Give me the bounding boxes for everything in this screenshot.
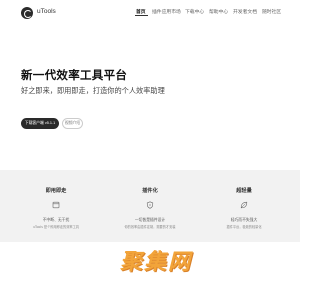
site-watermark: 聚集网 (120, 250, 193, 275)
feature-desc: 不中断、无干扰 (42, 217, 70, 222)
feature-card-lightweight: 超轻量 轻巧而不失强大 插件平台，极致的轻量化 (194, 170, 294, 242)
top-navigation-bar: uTools 首页 插件应用市场 下载中心 帮助中心 开发者文档 随时社区 (0, 0, 300, 26)
feature-detail: 插件平台，极致的轻量化 (226, 225, 262, 229)
brand-name[interactable]: uTools (37, 8, 56, 15)
feature-title: 即用即走 (45, 188, 67, 194)
feature-title: 超轻量 (236, 188, 252, 194)
hero-subtitle: 好之即来，即用即走，打造你的个人效率助理 (21, 86, 165, 95)
shield-icon (146, 201, 154, 209)
feature-desc: 轻巧而不失强大 (230, 217, 258, 222)
feature-card-instant: 即用即走 不中断、无干扰 uTools 是个即用即走的效率工具 (6, 170, 106, 242)
hero-title: 新一代效率工具平台 (21, 68, 128, 82)
feature-card-plugin: 插件化 一切皆是插件设计 你的效率由插件定制，需要的才安装 (100, 170, 200, 242)
features-section: 即用即走 不中断、无干扰 uTools 是个即用即走的效率工具 插件化 一切皆是… (0, 170, 300, 242)
download-client-button[interactable]: 下载客户端 v5.1.1 (21, 118, 59, 129)
feature-desc: 一切皆是插件设计 (134, 217, 166, 222)
leaf-icon (240, 201, 248, 209)
window-icon (52, 201, 60, 209)
nav-item-home[interactable]: 首页 (136, 8, 146, 15)
nav-item-community[interactable]: 随时社区 (262, 8, 281, 15)
feature-detail: 你的效率由插件定制，需要的才安装 (124, 225, 176, 229)
feature-detail: uTools 是个即用即走的效率工具 (33, 225, 79, 229)
nav-item-plugin-market[interactable]: 插件应用市场 (152, 8, 181, 15)
video-intro-button[interactable]: 视频介绍 (62, 118, 83, 129)
feature-title: 插件化 (142, 188, 158, 194)
nav-item-download-center[interactable]: 下载中心 (185, 8, 204, 15)
active-nav-underline (135, 15, 148, 16)
nav-item-developer-docs[interactable]: 开发者文档 (233, 8, 257, 15)
nav-item-help-center[interactable]: 帮助中心 (209, 8, 228, 15)
utools-logo-icon[interactable] (21, 7, 33, 19)
